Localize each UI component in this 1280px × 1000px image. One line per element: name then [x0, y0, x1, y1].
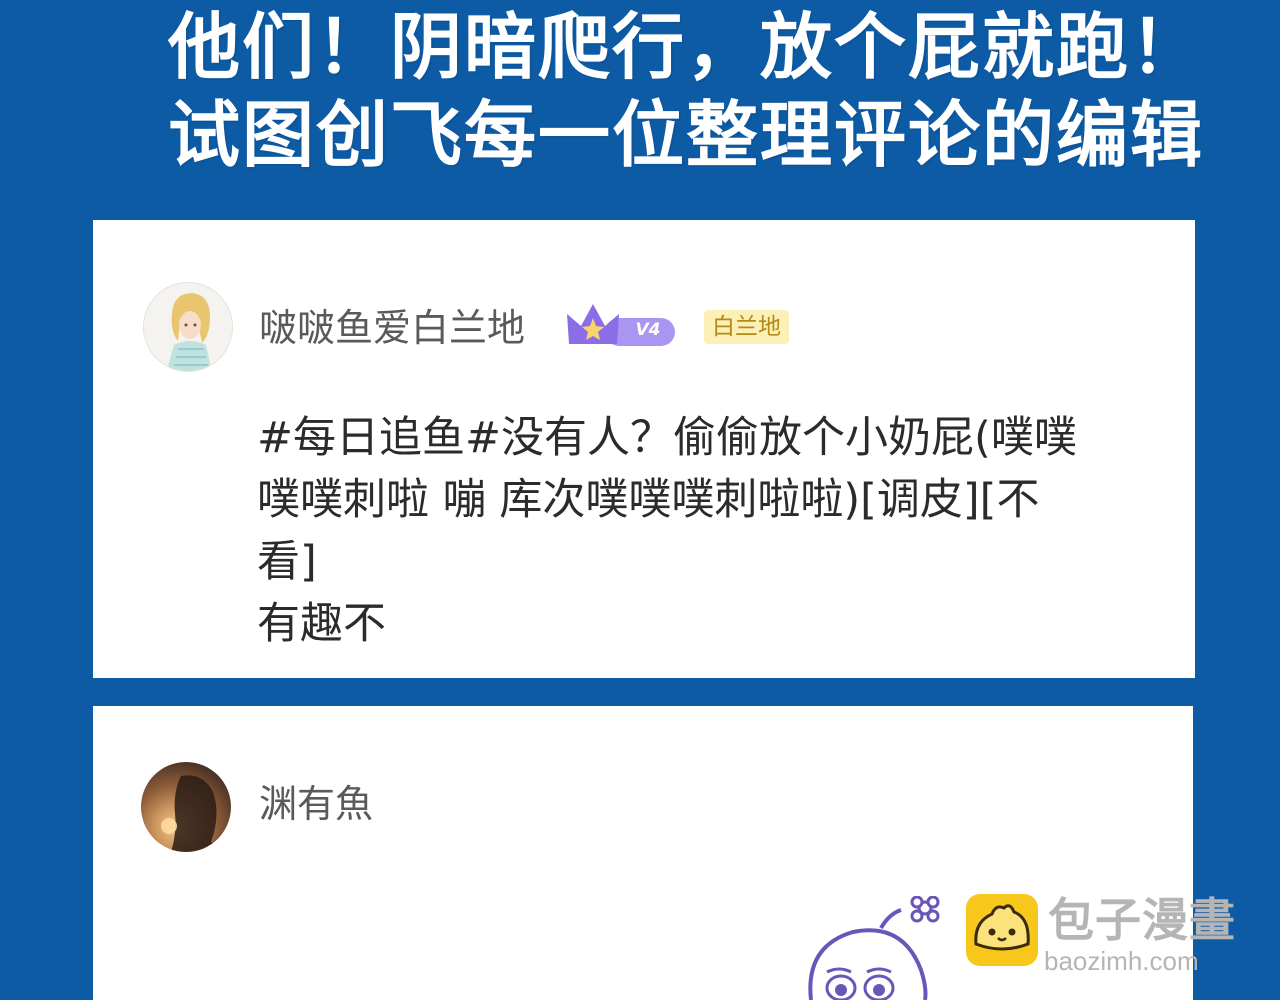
- bun-logo-icon: [966, 894, 1038, 966]
- crying-mascot-sticker-icon: [793, 895, 963, 1000]
- comment-body: #每日追鱼#没有人？偷偷放个小奶屁(噗噗 噗噗刺啦 嘣 库次噗噗噗刺啦啦)[调皮…: [257, 407, 1167, 655]
- comment-line-2: 噗噗刺啦 嘣 库次噗噗噗刺啦啦)[调皮][不: [257, 475, 1040, 525]
- watermark: 包子漫畫 baozimh.com: [964, 892, 1264, 982]
- comment-line-4: 有趣不: [257, 599, 386, 649]
- watermark-title: 包子漫畫: [1048, 893, 1236, 947]
- comment-line-3: 看]: [257, 537, 317, 587]
- watermark-domain: baozimh.com: [1044, 946, 1199, 976]
- avatar-blonde-character-icon[interactable]: [143, 282, 233, 372]
- comment-card-1: 啵啵鱼爱白兰地 V4 白兰地 #每日追鱼#没有人？偷偷放个小奶屁(噗噗 噗噗刺啦…: [93, 220, 1195, 678]
- page: 他们！阴暗爬行，放个屁就跑！ 试图创飞每一位整理评论的编辑 啵啵鱼爱白兰地 V4…: [0, 0, 1280, 1000]
- headline-line-2: 试图创飞每一位整理评论的编辑: [168, 93, 1205, 177]
- headline-line-1: 他们！阴暗爬行，放个屁就跑！: [168, 5, 1205, 89]
- avatar-sunset-silhouette-icon[interactable]: [141, 762, 231, 852]
- vip-level-text: V4: [635, 320, 661, 340]
- comment-line-1: #每日追鱼#没有人？偷偷放个小奶屁(噗噗: [257, 413, 1077, 463]
- username[interactable]: 啵啵鱼爱白兰地: [259, 306, 525, 350]
- username[interactable]: 渊有魚: [259, 782, 373, 826]
- fan-tag[interactable]: 白兰地: [704, 310, 789, 344]
